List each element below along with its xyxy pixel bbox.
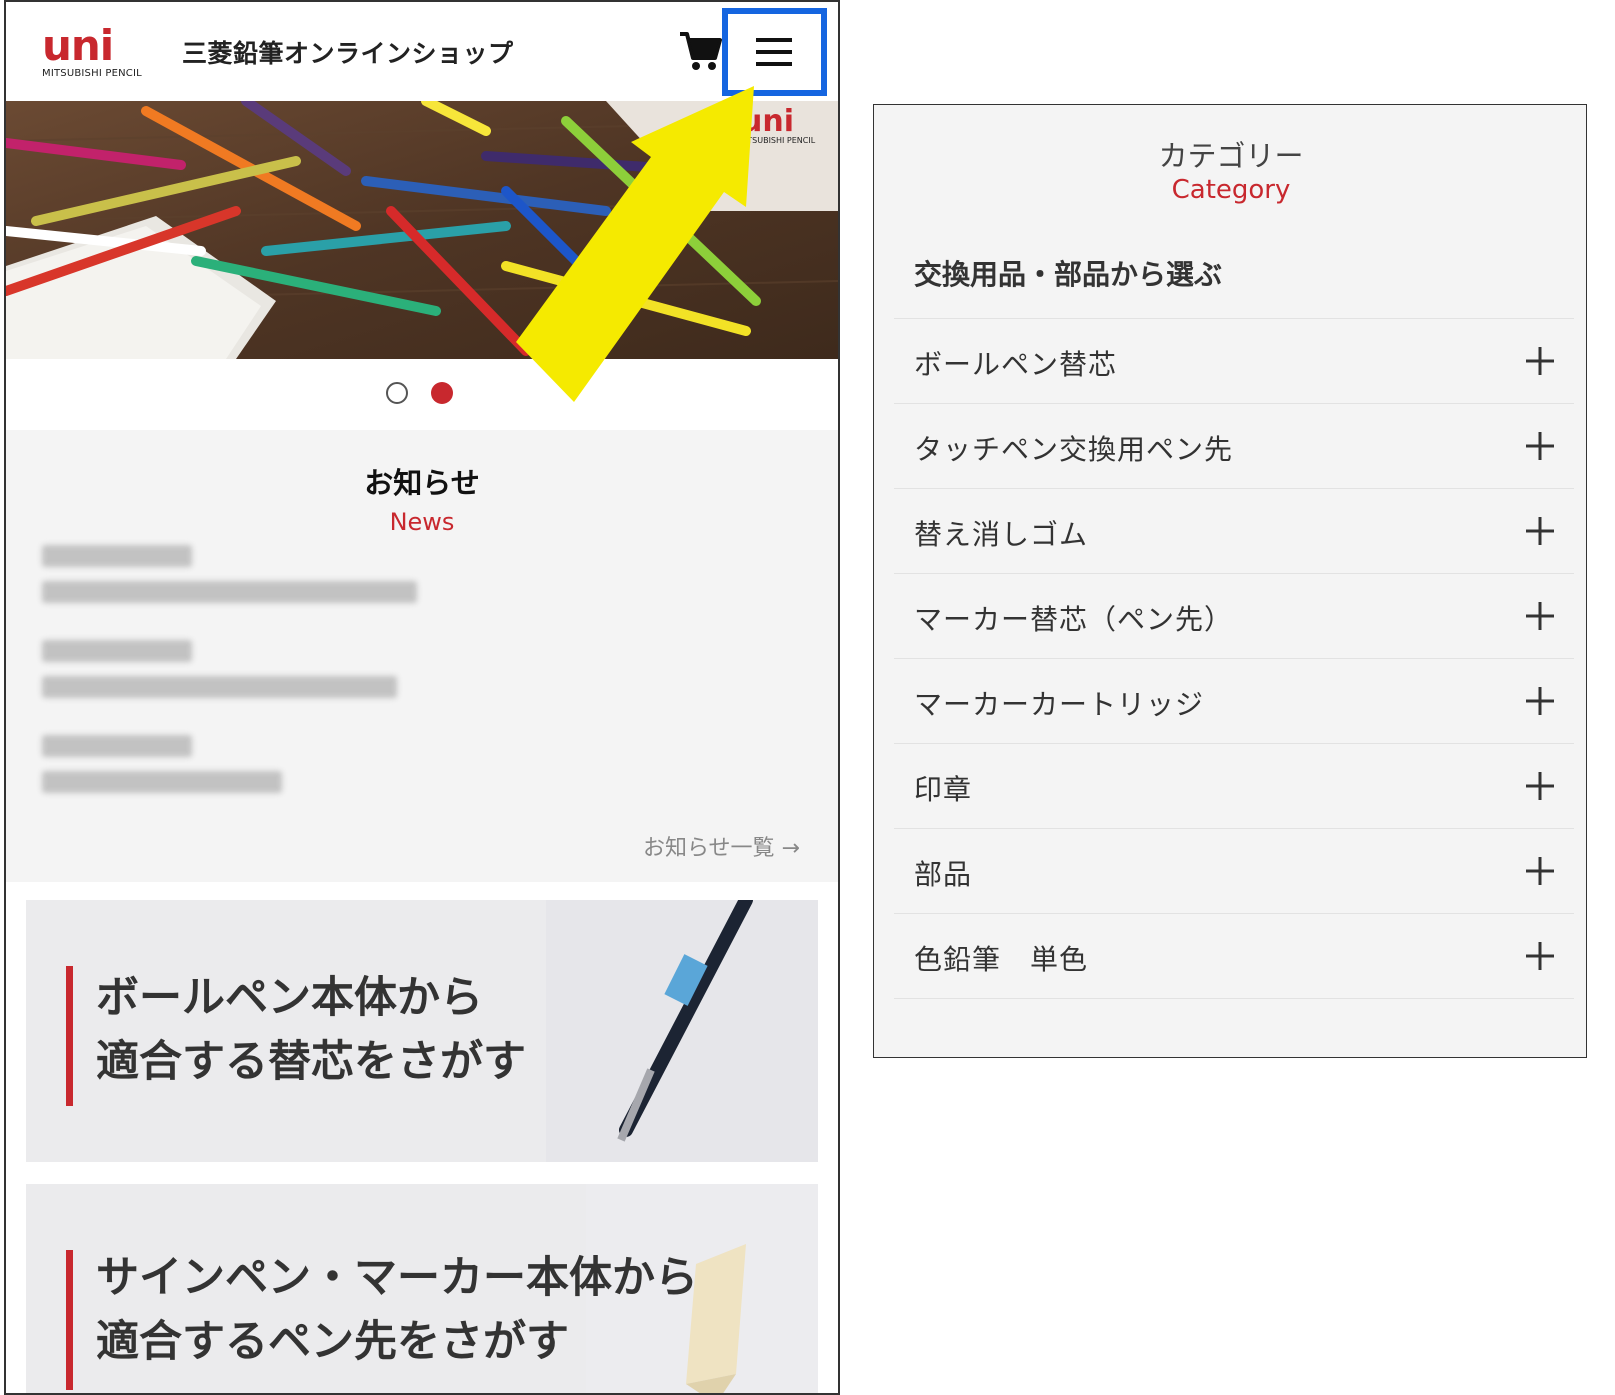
news-item-blurred-1[interactable] xyxy=(42,545,417,617)
phone-screen: uni MITSUBISHI PENCIL 三菱鉛筆オンラインショップ uni … xyxy=(4,0,840,1395)
category-item-colored-pencil-single[interactable]: 色鉛筆 単色 xyxy=(894,914,1574,999)
news-section: お知らせ News お知らせ一覧 → xyxy=(6,430,838,882)
section-heading: 交換用品・部品から選ぶ xyxy=(914,258,1223,291)
category-item-eraser-refill[interactable]: 替え消しゴム xyxy=(894,489,1574,574)
news-item-blurred-3[interactable] xyxy=(42,735,282,807)
annotation-arrow xyxy=(516,86,754,402)
banner-line-2: 適合するペン先をさがす xyxy=(96,1317,569,1367)
drawer-title: カテゴリー xyxy=(1158,139,1304,173)
category-list: ボールペン替芯 タッチペン交換用ペン先 替え消しゴム マーカー替芯（ペン先） マ… xyxy=(894,318,1574,999)
banner-accent-bar xyxy=(66,1250,73,1390)
category-label: 印章 xyxy=(914,773,973,806)
category-label: タッチペン交換用ペン先 xyxy=(914,433,1234,466)
drawer-subtitle: Category xyxy=(1171,175,1291,205)
plus-icon[interactable] xyxy=(1526,602,1554,630)
plus-icon[interactable] xyxy=(1526,517,1554,545)
news-list-link[interactable]: お知らせ一覧 → xyxy=(643,830,800,862)
news-item-blurred-2[interactable] xyxy=(42,640,397,712)
category-item-ballpoint-refill[interactable]: ボールペン替芯 xyxy=(894,319,1574,404)
plus-icon[interactable] xyxy=(1526,772,1554,800)
category-drawer: カテゴリー Category 交換用品・部品から選ぶ ボールペン替芯 タッチペン… xyxy=(873,104,1587,1058)
plus-icon[interactable] xyxy=(1526,942,1554,970)
category-label: 替え消しゴム xyxy=(914,518,1089,551)
category-item-parts[interactable]: 部品 xyxy=(894,829,1574,914)
plus-icon[interactable] xyxy=(1526,687,1554,715)
banner-line-1: サインペン・マーカー本体から xyxy=(96,1253,698,1303)
pen-tip-search-banner[interactable]: サインペン・マーカー本体から 適合するペン先をさがす xyxy=(26,1184,818,1393)
banner-line-1: ボールペン本体から xyxy=(96,973,483,1023)
category-label: マーカー替芯（ペン先） xyxy=(914,603,1234,636)
banner-line-2: 適合する替芯をさがす xyxy=(96,1037,526,1087)
category-item-touch-pen-tip[interactable]: タッチペン交換用ペン先 xyxy=(894,404,1574,489)
banner-accent-bar xyxy=(66,966,73,1106)
category-label: 部品 xyxy=(914,858,973,891)
category-item-marker-cartridge[interactable]: マーカーカートリッジ xyxy=(894,659,1574,744)
news-title: お知らせ xyxy=(364,466,480,500)
ballpoint-refill-image xyxy=(546,900,818,1162)
category-label: 色鉛筆 単色 xyxy=(914,943,1089,976)
category-label: マーカーカートリッジ xyxy=(914,688,1205,721)
refill-search-banner[interactable]: ボールペン本体から 適合する替芯をさがす xyxy=(26,900,818,1162)
category-label: ボールペン替芯 xyxy=(914,348,1118,381)
news-subtitle: News xyxy=(389,508,455,536)
category-item-seal[interactable]: 印章 xyxy=(894,744,1574,829)
category-item-marker-refill[interactable]: マーカー替芯（ペン先） xyxy=(894,574,1574,659)
plus-icon[interactable] xyxy=(1526,857,1554,885)
plus-icon[interactable] xyxy=(1526,432,1554,460)
plus-icon[interactable] xyxy=(1526,347,1554,375)
